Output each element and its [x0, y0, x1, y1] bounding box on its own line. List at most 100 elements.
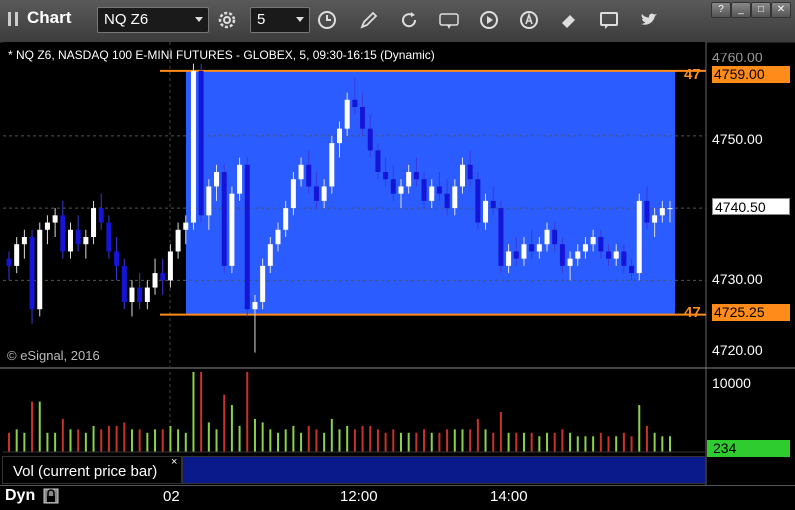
symbol-input[interactable]: NQ Z6 — [97, 7, 209, 33]
candle-body — [360, 107, 366, 129]
volume-label-box: Vol (current price bar) — [2, 456, 182, 484]
price-tick: 4730.00 — [712, 271, 763, 287]
candle-body — [659, 208, 665, 216]
candle-body — [629, 265, 635, 274]
watermark: © eSignal, 2016 — [7, 348, 100, 363]
candle-body — [121, 265, 127, 302]
candle-body — [67, 229, 73, 252]
candle-body — [214, 172, 220, 187]
comment-icon[interactable] — [598, 9, 620, 31]
volume-current-badge: 234 — [707, 440, 790, 457]
candle-body — [21, 237, 27, 245]
candle-body — [590, 237, 596, 245]
candle-body — [636, 200, 642, 274]
candle-body — [229, 193, 235, 266]
price-chart[interactable] — [0, 42, 795, 485]
candle-body — [606, 251, 612, 259]
time-tick: 14:00 — [490, 488, 528, 505]
dynamic-mode-label[interactable]: Dyn — [5, 487, 35, 505]
maximize-button[interactable]: □ — [751, 2, 771, 18]
help-button[interactable]: ? — [711, 2, 731, 18]
candle-body — [175, 229, 181, 252]
candle-body — [29, 237, 35, 310]
eraser-icon[interactable] — [558, 9, 580, 31]
candle-body — [252, 302, 258, 310]
candle-body — [475, 179, 481, 223]
candle-body — [536, 244, 542, 252]
candle-body — [44, 222, 50, 230]
candle-body — [506, 251, 512, 266]
lower-line-tag: 47 — [684, 304, 701, 321]
candle-body — [613, 251, 619, 259]
candle-body — [52, 215, 58, 223]
candle-body — [398, 186, 404, 194]
candle-body — [513, 251, 519, 259]
candle-body — [6, 258, 12, 266]
candle-body — [375, 150, 381, 172]
candle-body — [559, 244, 565, 266]
refresh-icon[interactable] — [398, 9, 420, 31]
lower-line-price-badge: 4725.25 — [712, 304, 790, 321]
candle-body — [406, 172, 412, 187]
candle-body — [344, 99, 350, 129]
volume-study-bar[interactable] — [182, 456, 706, 484]
app-title: Chart — [27, 8, 72, 27]
close-button[interactable]: ✕ — [771, 2, 791, 18]
clock-icon[interactable] — [316, 9, 338, 31]
candle-body — [467, 164, 473, 180]
lock-icon[interactable] — [43, 488, 59, 504]
candle-body — [137, 287, 143, 302]
current-price-badge: 4740.50 — [712, 198, 790, 215]
candle-body — [552, 229, 558, 245]
candle-body — [575, 251, 581, 259]
candle-body — [244, 164, 250, 310]
candle-body — [206, 186, 212, 216]
candle-body — [290, 179, 296, 209]
candle-body — [383, 172, 389, 180]
candle-body — [459, 164, 465, 187]
volume-tick: 10000 — [712, 375, 751, 391]
candle-body — [337, 128, 342, 144]
settings-icon[interactable] — [216, 9, 238, 31]
interval-input[interactable]: 5 — [250, 7, 310, 33]
candle-body — [237, 164, 243, 194]
candle-body — [429, 186, 435, 201]
candle-body — [275, 229, 281, 245]
alert-icon[interactable] — [518, 9, 540, 31]
candle-body — [83, 237, 89, 245]
candle-body — [413, 172, 419, 180]
chart-header: * NQ Z6, NASDAQ 100 E-MINI FUTURES - GLO… — [8, 48, 435, 62]
minimize-button[interactable]: _ — [731, 2, 751, 18]
candle-body — [390, 179, 396, 194]
candle-body — [452, 186, 458, 209]
interval-value: 5 — [257, 11, 266, 28]
close-icon[interactable]: × — [171, 456, 177, 468]
candle-body — [60, 215, 66, 252]
candle-body — [313, 186, 319, 201]
candle-body — [582, 244, 588, 252]
candle-body — [598, 237, 604, 252]
candle-body — [167, 251, 173, 281]
grip-icon[interactable] — [7, 12, 21, 26]
candle-body — [14, 244, 20, 266]
chevron-down-icon — [195, 17, 203, 22]
candle-body — [621, 251, 627, 266]
candle-body — [114, 251, 120, 266]
time-tick: 12:00 — [340, 488, 378, 505]
twitter-icon[interactable] — [638, 9, 660, 31]
price-tick: 4720.00 — [712, 342, 763, 358]
candle-body — [567, 258, 573, 266]
upper-line-price-badge: 4759.00 — [712, 66, 790, 83]
candle-body — [321, 186, 327, 201]
pencil-icon[interactable] — [358, 9, 380, 31]
candle-body — [260, 265, 266, 302]
candle-body — [667, 208, 673, 210]
candle-body — [183, 222, 189, 230]
play-icon[interactable] — [478, 9, 500, 31]
volume-label: Vol (current price bar) — [13, 463, 158, 480]
candle-body — [98, 208, 104, 223]
get-icon[interactable] — [438, 9, 460, 31]
price-tick: 4750.00 — [712, 131, 763, 147]
candle-body — [144, 287, 150, 302]
candle-body — [652, 215, 658, 223]
